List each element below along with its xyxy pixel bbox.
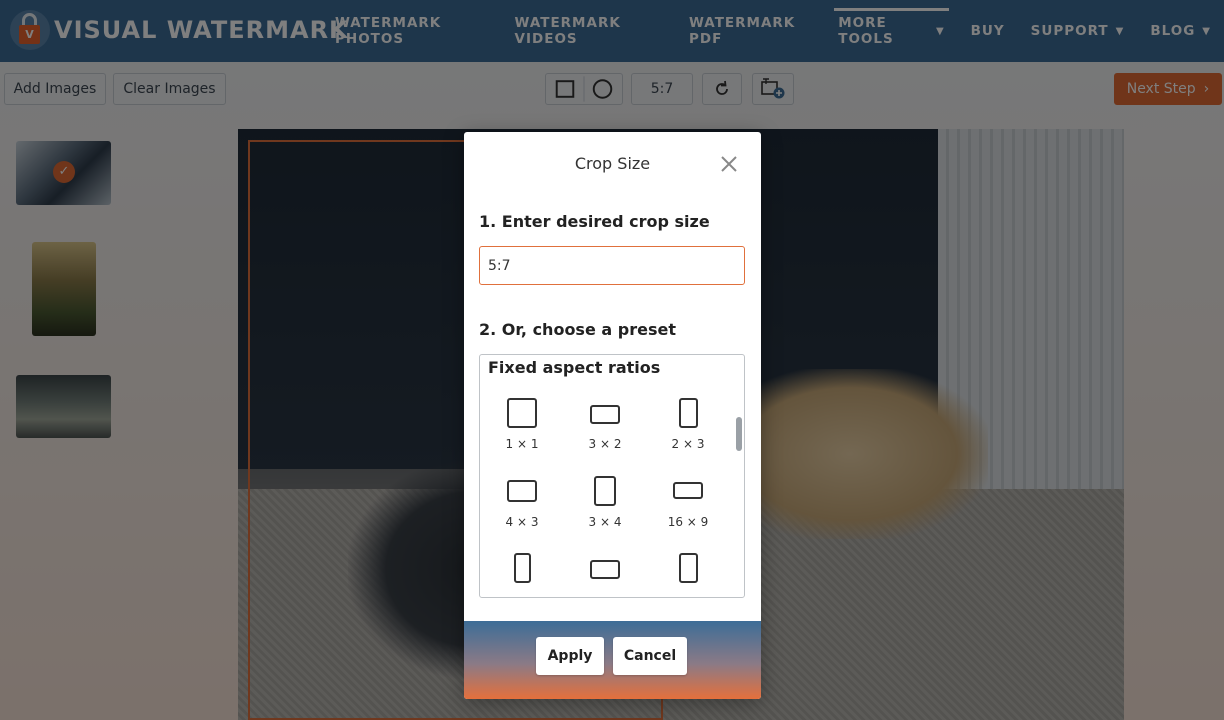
dialog-footer: Apply Cancel (464, 621, 761, 699)
landscape-shape-icon (507, 480, 537, 502)
preset-3x4[interactable]: 3 × 4 (572, 473, 638, 539)
crop-size-dialog: Crop Size 1. Enter desired crop size 2. … (464, 132, 761, 699)
wide-shape-icon (590, 560, 620, 579)
tall-shape-icon (514, 553, 531, 583)
square-shape-icon (507, 398, 537, 428)
preset-list[interactable]: Fixed aspect ratios 1 × 1 3 × 2 2 × 3 4 … (479, 354, 745, 598)
preset-tall[interactable] (489, 551, 555, 597)
preset-portrait[interactable] (655, 551, 721, 597)
close-icon[interactable] (719, 154, 739, 174)
portrait-shape-icon (679, 553, 698, 583)
crop-size-input[interactable] (479, 246, 745, 285)
apply-button[interactable]: Apply (536, 637, 604, 675)
dialog-title: Crop Size (574, 154, 651, 173)
portrait-shape-icon (679, 398, 698, 428)
preset-wide[interactable] (572, 551, 638, 597)
preset-group-heading: Fixed aspect ratios (488, 358, 661, 377)
preset-2x3[interactable]: 2 × 3 (655, 395, 721, 461)
preset-scrollbar[interactable] (736, 417, 742, 451)
landscape-shape-icon (590, 405, 620, 424)
cancel-button[interactable]: Cancel (613, 637, 687, 675)
step2-label: 2. Or, choose a preset (479, 320, 676, 339)
preset-3x2[interactable]: 3 × 2 (572, 395, 638, 461)
preset-16x9[interactable]: 16 × 9 (655, 473, 721, 539)
portrait-shape-icon (594, 476, 616, 506)
preset-1x1[interactable]: 1 × 1 (489, 395, 555, 461)
step1-label: 1. Enter desired crop size (479, 212, 710, 231)
preset-4x3[interactable]: 4 × 3 (489, 473, 555, 539)
wide-shape-icon (673, 482, 703, 499)
